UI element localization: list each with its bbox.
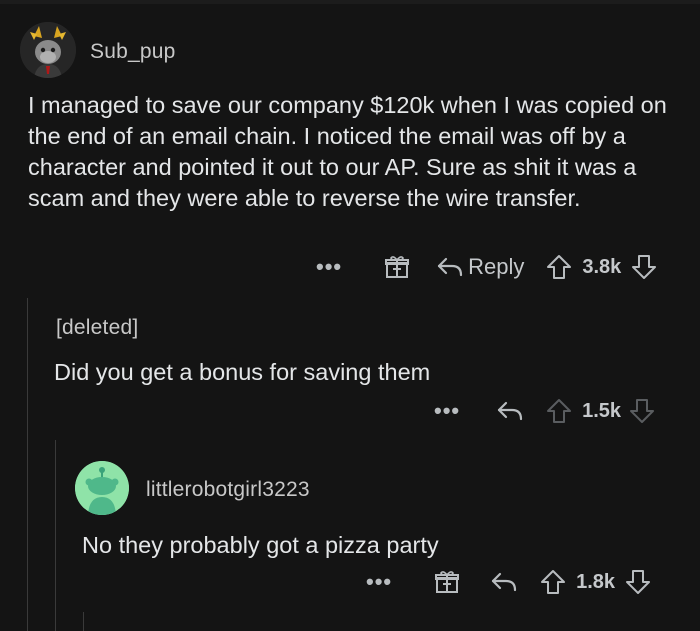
reply-icon[interactable]: [490, 571, 518, 593]
comment-body: Did you get a bonus for saving them: [54, 359, 431, 385]
downvote-icon[interactable]: [629, 398, 655, 424]
thread-line[interactable]: [83, 612, 84, 631]
comment-actions: ••• 1.8k: [366, 567, 651, 597]
comment-actions: ••• Reply 3.8k: [316, 252, 657, 282]
upvote-icon[interactable]: [546, 254, 572, 280]
snoo-avatar-icon: [75, 461, 129, 515]
avatar[interactable]: [75, 461, 129, 515]
vote-score: 3.8k: [582, 255, 622, 278]
demon-avatar-icon: [20, 22, 76, 78]
reply-icon[interactable]: [436, 256, 464, 278]
comment-body: No they probably got a pizza party: [82, 532, 439, 558]
vote-score: 1.8k: [576, 570, 616, 593]
more-options-button[interactable]: •••: [366, 571, 392, 593]
username: [deleted]: [56, 316, 139, 339]
more-options-button[interactable]: •••: [316, 256, 342, 278]
upvote-icon[interactable]: [546, 398, 572, 424]
comment-body: I managed to save our company $120k when…: [28, 92, 667, 211]
avatar[interactable]: [20, 22, 76, 78]
more-options-button[interactable]: •••: [434, 400, 460, 422]
thread-line[interactable]: [55, 440, 56, 631]
reply-icon[interactable]: [496, 400, 524, 422]
thread-line[interactable]: [27, 298, 28, 631]
reply-button[interactable]: Reply: [468, 254, 524, 280]
downvote-icon[interactable]: [625, 569, 651, 595]
username[interactable]: Sub_pup: [90, 40, 175, 64]
username[interactable]: littlerobotgirl3223: [146, 478, 310, 502]
vote-score: 1.5k: [582, 399, 622, 422]
comment-actions: ••• 1.5k: [434, 396, 655, 426]
award-icon[interactable]: [384, 254, 410, 280]
upvote-icon[interactable]: [540, 569, 566, 595]
top-divider: [0, 0, 700, 4]
downvote-icon[interactable]: [631, 254, 657, 280]
award-icon[interactable]: [434, 569, 460, 595]
